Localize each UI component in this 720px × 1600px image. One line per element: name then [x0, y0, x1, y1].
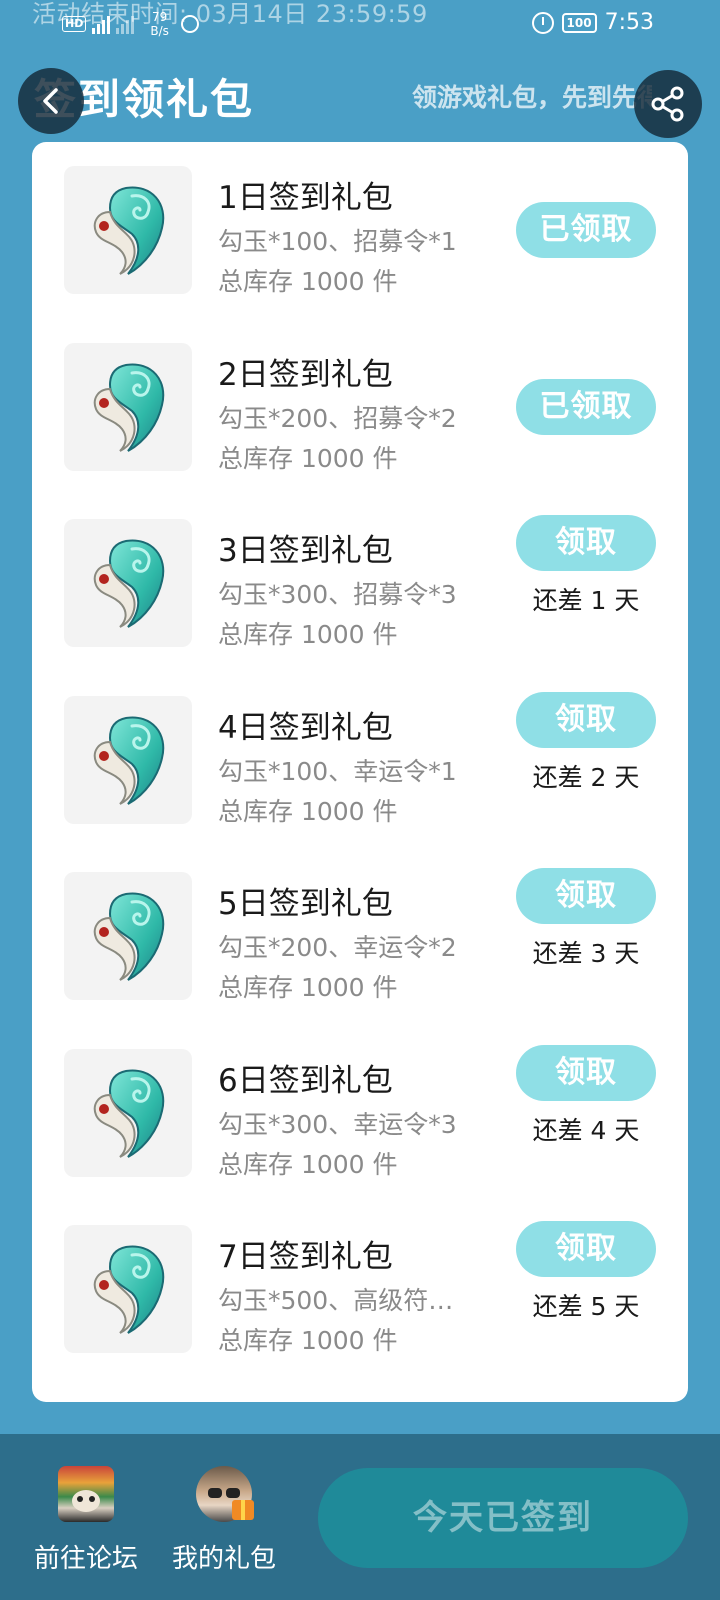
share-icon	[651, 86, 684, 122]
jade-gift-icon	[93, 1069, 165, 1158]
gift-list-card: 1日签到礼包 勾玉*100、招募令*1 总库存 1000 件 已领取 2日签到礼…	[32, 142, 688, 1402]
gift-row: 5日签到礼包 勾玉*200、幸运令*2 总库存 1000 件 领取 还差 3 天	[32, 848, 688, 1002]
status-right: 100 7:53	[531, 10, 654, 35]
gift-title: 2日签到礼包	[218, 356, 393, 393]
gift-stock: 总库存 1000 件	[218, 1326, 398, 1355]
status-bar: 活动结束时间: 03月14日 23:59:59 HD 79 B/s 100 7:…	[0, 0, 720, 48]
days-remaining: 还差 2 天	[532, 762, 640, 792]
days-remaining: 还差 5 天	[532, 1292, 640, 1321]
days-remaining: 还差 4 天	[532, 1115, 640, 1145]
share-button[interactable]	[634, 70, 702, 138]
net-speed-unit: B/s	[150, 24, 169, 38]
gift-stock: 总库存 1000 件	[218, 973, 398, 1002]
gift-description: 勾玉*300、幸运令*3	[218, 1109, 457, 1139]
header-subtitle: 领游戏礼包，先到先得	[412, 83, 652, 112]
jade-gift-icon	[93, 1245, 165, 1334]
signal-icon-2	[116, 14, 135, 34]
gift-thumbnail	[64, 519, 192, 647]
gift-thumbnail	[64, 1048, 192, 1177]
bottom-bar: 前往论坛 我的礼包 今天已签到	[0, 1434, 720, 1600]
status-left: HD 79 B/s	[62, 10, 199, 38]
gift-thumbnail	[64, 1225, 192, 1353]
gift-row: 3日签到礼包 勾玉*300、招募令*3 总库存 1000 件 领取 还差 1 天	[32, 495, 688, 649]
gift-title: 7日签到礼包	[218, 1239, 393, 1275]
my-gifts-label: 我的礼包	[171, 1544, 276, 1574]
gift-description: 勾玉*200、招募令*2	[218, 403, 457, 433]
gift-thumbnail	[64, 695, 192, 824]
gift-thumbnail	[64, 872, 192, 1000]
forum-label: 前往论坛	[33, 1544, 138, 1574]
days-remaining: 还差 3 天	[532, 939, 640, 968]
jade-gift-icon	[93, 892, 165, 981]
claim-button[interactable]: 已领取	[516, 378, 656, 435]
gift-row: 7日签到礼包 勾玉*500、高级符… 总库存 1000 件 领取 还差 5 天	[32, 1201, 688, 1355]
clock-time: 7:53	[604, 10, 654, 35]
forum-link[interactable]: 前往论坛	[26, 1466, 146, 1575]
claim-button[interactable]: 领取	[516, 1221, 656, 1277]
gift-stock: 总库存 1000 件	[218, 267, 398, 296]
game-avatar-icon	[58, 1466, 114, 1522]
gift-row: 1日签到礼包 勾玉*100、招募令*1 总库存 1000 件 已领取	[32, 142, 688, 296]
gift-row: 6日签到礼包 勾玉*300、幸运令*3 总库存 1000 件 领取 还差 4 天	[32, 1025, 688, 1179]
claim-button[interactable]: 领取	[516, 691, 656, 748]
gift-stock: 总库存 1000 件	[218, 1149, 398, 1179]
net-speed: 79 B/s	[150, 10, 169, 38]
signed-today-button[interactable]: 今天已签到	[318, 1468, 688, 1568]
gift-description: 勾玉*500、高级符…	[218, 1286, 454, 1315]
gift-title: 5日签到礼包	[218, 886, 393, 922]
back-button[interactable]	[18, 68, 84, 134]
gift-title: 6日签到礼包	[218, 1062, 393, 1099]
gift-description: 勾玉*300、招募令*3	[218, 580, 457, 609]
gift-description: 勾玉*200、幸运令*2	[218, 933, 457, 962]
gift-stock: 总库存 1000 件	[218, 443, 398, 473]
battery-icon: 100	[561, 12, 597, 33]
claim-button[interactable]: 领取	[516, 1044, 656, 1101]
net-speed-value: 79	[151, 10, 168, 24]
gift-stock: 总库存 1000 件	[218, 796, 398, 826]
gift-box-icon	[232, 1500, 254, 1520]
chevron-left-icon	[43, 88, 58, 114]
gift-thumbnail	[64, 166, 192, 294]
jade-gift-icon	[93, 539, 165, 628]
gift-title: 1日签到礼包	[218, 180, 393, 216]
gift-description: 勾玉*100、招募令*1	[218, 227, 457, 256]
gift-row: 2日签到礼包 勾玉*200、招募令*2 总库存 1000 件 已领取	[32, 319, 688, 473]
gift-title: 3日签到礼包	[218, 533, 393, 569]
claim-button[interactable]: 领取	[516, 868, 656, 924]
gift-stock: 总库存 1000 件	[218, 620, 398, 649]
alarm-icon	[531, 11, 554, 34]
signal-icon	[92, 14, 111, 34]
gift-description: 勾玉*100、幸运令*1	[218, 756, 457, 786]
gift-row: 4日签到礼包 勾玉*100、幸运令*1 总库存 1000 件 领取 还差 2 天	[32, 672, 688, 826]
my-gifts-link[interactable]: 我的礼包	[164, 1466, 284, 1575]
gift-title: 4日签到礼包	[218, 709, 393, 746]
claim-button[interactable]: 领取	[516, 515, 656, 571]
jade-gift-icon	[93, 186, 165, 275]
days-remaining: 还差 1 天	[532, 586, 640, 615]
hd-badge: HD	[62, 16, 87, 32]
claim-button[interactable]: 已领取	[516, 202, 656, 258]
jade-gift-icon	[93, 363, 165, 452]
gift-thumbnail	[64, 342, 192, 471]
sync-icon	[180, 15, 199, 33]
user-avatar-icon	[196, 1466, 254, 1522]
jade-gift-icon	[93, 716, 165, 805]
